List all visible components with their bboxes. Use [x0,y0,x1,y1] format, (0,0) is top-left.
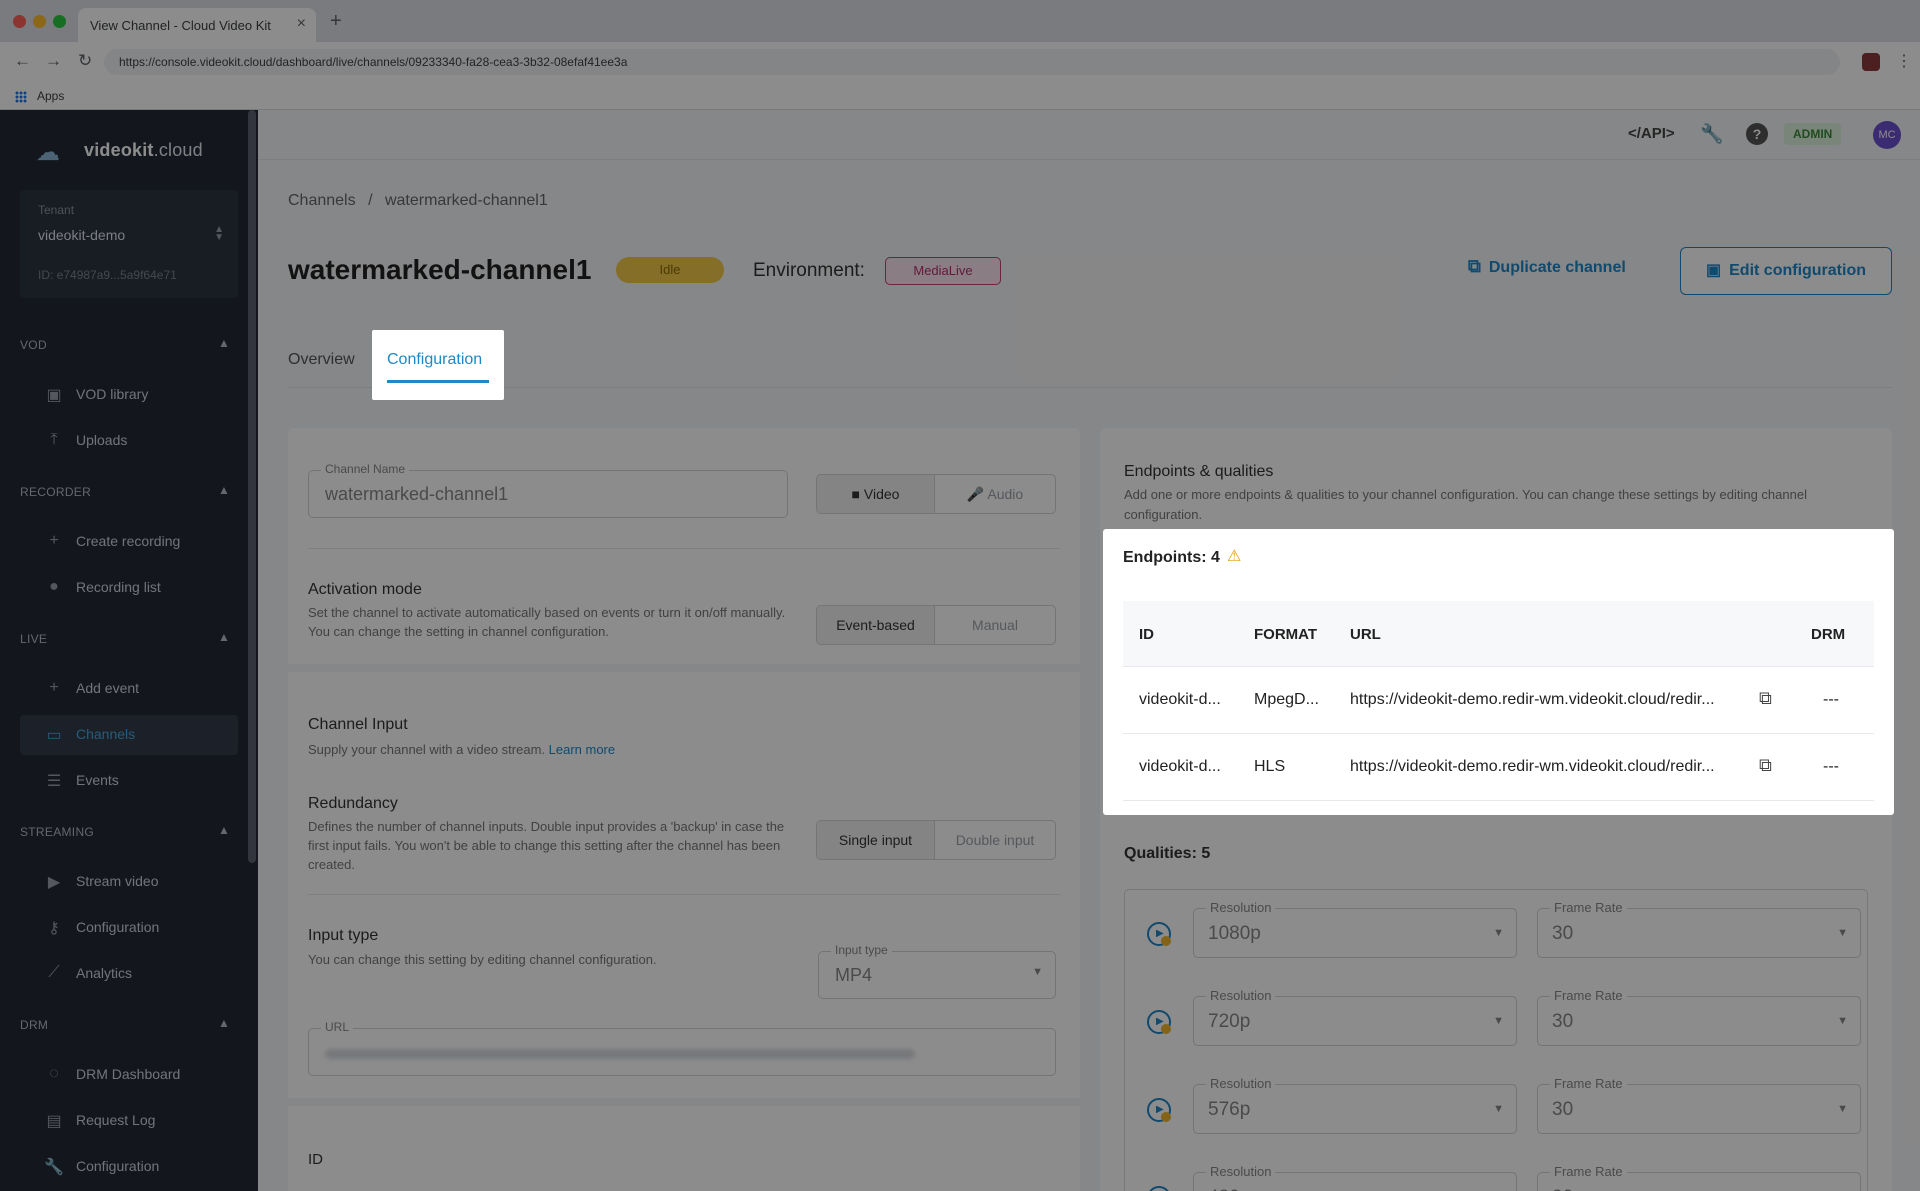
endpoints-count: Endpoints: 4 [1123,549,1220,566]
tab-configuration[interactable]: Configuration [372,330,504,400]
column-header-drm: DRM [1811,626,1846,643]
endpoint-format: MpegD... [1254,691,1319,708]
warning-icon: ⚠ [1227,548,1242,565]
endpoint-format: HLS [1254,758,1286,775]
column-header-id: ID [1139,626,1154,643]
table-row[interactable]: videokit-d... MpegD... https://videokit-… [1123,667,1874,734]
endpoint-drm: --- [1823,758,1839,775]
endpoints-table-header: ID FORMAT URL DRM [1123,601,1874,667]
tab-configuration-label: Configuration [387,351,483,368]
column-header-format: FORMAT [1254,626,1318,643]
column-header-url: URL [1350,626,1381,643]
endpoint-id: videokit-d... [1139,691,1221,708]
endpoint-url: https://videokit-demo.redir-wm.videokit.… [1350,691,1715,708]
active-tab-underline [387,380,489,383]
endpoint-drm: --- [1823,691,1839,708]
endpoint-url: https://videokit-demo.redir-wm.videokit.… [1350,758,1715,775]
table-row[interactable]: videokit-d... HLS https://videokit-demo.… [1123,734,1874,801]
copy-icon[interactable]: ⧉ [1759,688,1772,709]
endpoints-panel: Endpoints: 4 ⚠ ID FORMAT URL DRM videoki… [1103,529,1894,815]
endpoint-id: videokit-d... [1139,758,1221,775]
copy-icon[interactable]: ⧉ [1759,755,1772,776]
